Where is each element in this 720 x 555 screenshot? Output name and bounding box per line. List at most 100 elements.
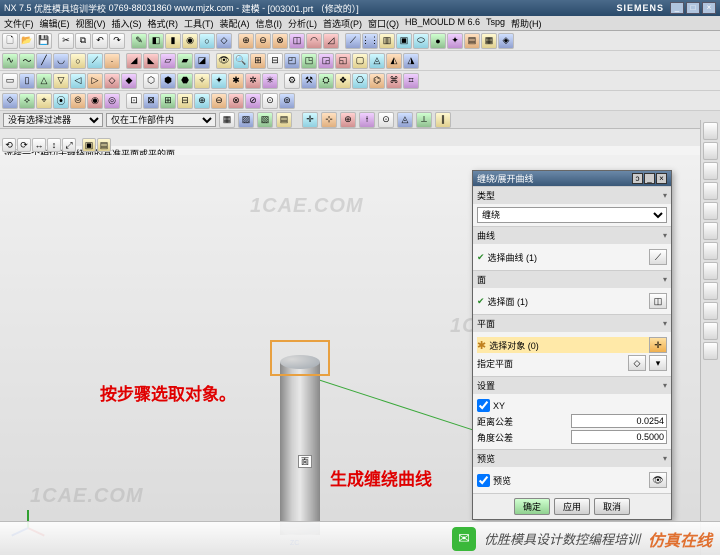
apply-button[interactable]: 应用: [554, 498, 590, 515]
t3a-icon[interactable]: ▭: [2, 73, 18, 89]
feature-icon[interactable]: ◧: [148, 33, 164, 49]
view2-icon[interactable]: 🔍: [233, 53, 249, 69]
menu-help[interactable]: 帮助(H): [511, 17, 542, 29]
preview-checkbox[interactable]: [477, 474, 490, 487]
menu-view[interactable]: 视图(V): [76, 17, 106, 29]
filter-btn-3[interactable]: ▧: [257, 112, 273, 128]
t3c-icon[interactable]: △: [36, 73, 52, 89]
mini-4-icon[interactable]: ↕: [47, 138, 61, 152]
spline-icon[interactable]: ⟋: [87, 53, 103, 69]
surf3-icon[interactable]: ▱: [160, 53, 176, 69]
menu-info[interactable]: 信息(I): [256, 17, 283, 29]
mini-1-icon[interactable]: ⟲: [2, 138, 16, 152]
snap-btn-4[interactable]: ⟊: [359, 112, 375, 128]
mini-2-icon[interactable]: ⟳: [17, 138, 31, 152]
t4c-icon[interactable]: ⌖: [36, 93, 52, 109]
subtract-icon[interactable]: ⊖: [255, 33, 271, 49]
t4g-icon[interactable]: ◎: [104, 93, 120, 109]
t4d-icon[interactable]: ⦿: [53, 93, 69, 109]
section-plane-header[interactable]: 平面: [473, 315, 671, 332]
circle-icon[interactable]: ○: [70, 53, 86, 69]
snap-btn-7[interactable]: ⟂: [416, 112, 432, 128]
view9-icon[interactable]: ▢: [352, 53, 368, 69]
view12-icon[interactable]: ◮: [403, 53, 419, 69]
t3r-icon[interactable]: ⚒: [301, 73, 317, 89]
t3w-icon[interactable]: ⌘: [386, 73, 402, 89]
section-curve-header[interactable]: 曲线: [473, 227, 671, 244]
new-icon[interactable]: 🗋: [2, 33, 18, 49]
resource-tab-12[interactable]: [703, 342, 718, 360]
resource-tab-7[interactable]: [703, 242, 718, 260]
pt-icon[interactable]: ·: [104, 53, 120, 69]
t3e-icon[interactable]: ◁: [70, 73, 86, 89]
t4e-icon[interactable]: ⦾: [70, 93, 86, 109]
t3j-icon[interactable]: ⬢: [160, 73, 176, 89]
view4-icon[interactable]: ⊟: [267, 53, 283, 69]
cube-icon[interactable]: ▣: [396, 33, 412, 49]
menu-format[interactable]: 格式(R): [148, 17, 179, 29]
snap-btn-2[interactable]: ⊹: [321, 112, 337, 128]
extrude-icon[interactable]: ▮: [165, 33, 181, 49]
snap-btn-8[interactable]: ∥: [435, 112, 451, 128]
t3n-icon[interactable]: ✱: [228, 73, 244, 89]
assoc-checkbox[interactable]: [477, 399, 490, 412]
resource-tab-10[interactable]: [703, 302, 718, 320]
ok-button[interactable]: 确定: [514, 498, 550, 515]
section-settings-header[interactable]: 设置: [473, 377, 671, 394]
blend-icon[interactable]: ◠: [306, 33, 322, 49]
dist-tol-input[interactable]: [571, 414, 668, 428]
trim-icon[interactable]: ⟋: [345, 33, 361, 49]
t4l-icon[interactable]: ⊕: [194, 93, 210, 109]
selection-filter-dropdown[interactable]: 没有选择过滤器: [3, 113, 103, 127]
save-icon[interactable]: 💾: [36, 33, 52, 49]
view6-icon[interactable]: ◳: [301, 53, 317, 69]
misc2-icon[interactable]: ▤: [464, 33, 480, 49]
t3p-icon[interactable]: ✳: [262, 73, 278, 89]
show-result-icon[interactable]: 👁: [649, 472, 667, 488]
cut-icon[interactable]: ✂: [58, 33, 74, 49]
t3x-icon[interactable]: ⌗: [403, 73, 419, 89]
view1-icon[interactable]: 👁: [216, 53, 232, 69]
t3b-icon[interactable]: ▯: [19, 73, 35, 89]
type-dropdown[interactable]: 缠绕: [477, 207, 667, 223]
plane-select-icon[interactable]: ✛: [649, 337, 667, 353]
menu-preferences[interactable]: 首选项(P): [323, 17, 362, 29]
t3d-icon[interactable]: ▽: [53, 73, 69, 89]
resource-tab-4[interactable]: [703, 182, 718, 200]
resource-tab-1[interactable]: [703, 122, 718, 140]
mini-3-icon[interactable]: ↔: [32, 138, 46, 152]
surf1-icon[interactable]: ◢: [126, 53, 142, 69]
arc-icon[interactable]: ◡: [53, 53, 69, 69]
menu-file[interactable]: 文件(F): [4, 17, 34, 29]
t4i-icon[interactable]: ⊠: [143, 93, 159, 109]
copy-icon[interactable]: ⧉: [75, 33, 91, 49]
mini-6-icon[interactable]: ▣: [82, 138, 96, 152]
t3h-icon[interactable]: ◆: [121, 73, 137, 89]
snap-btn-3[interactable]: ⊕: [340, 112, 356, 128]
t4q-icon[interactable]: ⊚: [279, 93, 295, 109]
menu-assemblies[interactable]: 装配(A): [220, 17, 250, 29]
misc3-icon[interactable]: ▦: [481, 33, 497, 49]
surf5-icon[interactable]: ◪: [194, 53, 210, 69]
t3m-icon[interactable]: ✦: [211, 73, 227, 89]
t3g-icon[interactable]: ◇: [104, 73, 120, 89]
misc4-icon[interactable]: ◈: [498, 33, 514, 49]
plane-method2-icon[interactable]: ▾: [649, 355, 667, 371]
misc-icon[interactable]: ✦: [447, 33, 463, 49]
menu-analysis[interactable]: 分析(L): [288, 17, 317, 29]
view7-icon[interactable]: ◲: [318, 53, 334, 69]
t4h-icon[interactable]: ⊡: [126, 93, 142, 109]
t4p-icon[interactable]: ⊙: [262, 93, 278, 109]
t4b-icon[interactable]: ⟡: [19, 93, 35, 109]
intersect-icon[interactable]: ⊗: [272, 33, 288, 49]
curve1-icon[interactable]: ∿: [2, 53, 18, 69]
section-preview-header[interactable]: 预览: [473, 450, 671, 467]
t4m-icon[interactable]: ⊖: [211, 93, 227, 109]
unite-icon[interactable]: ⊕: [238, 33, 254, 49]
t4j-icon[interactable]: ⊞: [160, 93, 176, 109]
model-cylinder[interactable]: [280, 355, 320, 535]
menu-hbmould[interactable]: HB_MOULD M 6.6: [405, 17, 480, 29]
section-face-header[interactable]: 面: [473, 271, 671, 288]
resource-tab-8[interactable]: [703, 262, 718, 280]
minimize-button[interactable]: _: [670, 2, 684, 14]
